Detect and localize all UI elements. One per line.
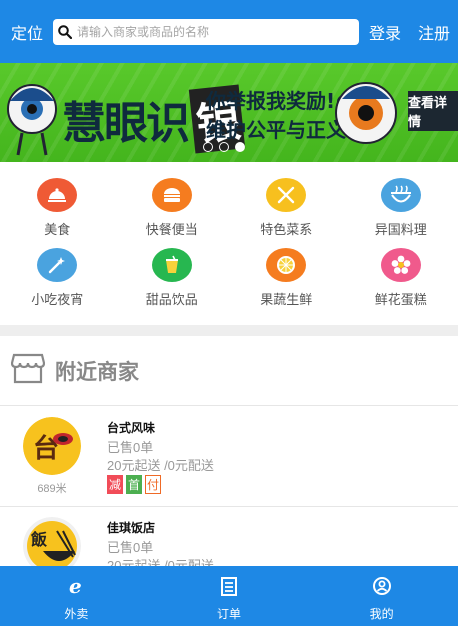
shop-distance: 689米 bbox=[37, 483, 67, 495]
flower-icon bbox=[380, 248, 421, 282]
tab-label: 订单 bbox=[217, 607, 242, 621]
category-xianhua[interactable]: 鲜花蛋糕 bbox=[344, 238, 458, 308]
svg-text:飯: 飯 bbox=[30, 530, 47, 549]
category-label: 快餐便当 bbox=[145, 222, 198, 237]
bottom-tab-bar: e 外卖 订单 我的 bbox=[0, 566, 458, 626]
magic-wand-icon bbox=[37, 248, 78, 282]
tab-label: 我的 bbox=[369, 607, 394, 621]
category-meishi[interactable]: 美食 bbox=[0, 168, 115, 238]
category-kuaican[interactable]: 快餐便当 bbox=[115, 168, 230, 238]
banner-dot[interactable] bbox=[219, 142, 229, 152]
category-grid: 美食 快餐便当 特色菜系 异国料理 小吃夜宵 甜品饮品 果蔬生鲜 鲜花蛋糕 bbox=[0, 168, 458, 322]
tab-mine[interactable]: 我的 bbox=[305, 566, 458, 626]
eye-mascot-right-icon bbox=[335, 82, 397, 144]
cloche-icon bbox=[37, 178, 78, 212]
nearby-header: 附近商家 bbox=[0, 336, 458, 406]
tab-orders[interactable]: 订单 bbox=[153, 566, 306, 626]
nearby-title: 附近商家 bbox=[55, 360, 139, 384]
svg-text:e: e bbox=[69, 576, 82, 596]
search-box[interactable] bbox=[53, 19, 359, 45]
category-guoshu[interactable]: 果蔬生鲜 bbox=[229, 238, 344, 308]
drink-icon bbox=[151, 248, 192, 282]
category-label: 小吃夜宵 bbox=[31, 292, 84, 307]
category-label: 果蔬生鲜 bbox=[260, 292, 313, 307]
category-label: 异国料理 bbox=[374, 222, 427, 237]
category-yiguo[interactable]: 异国料理 bbox=[344, 168, 458, 238]
login-link[interactable]: 登录 bbox=[369, 20, 401, 44]
banner-pagination bbox=[203, 142, 245, 152]
banner-more-button[interactable]: 查看详情 bbox=[408, 91, 458, 131]
discount-tag: 减 bbox=[107, 475, 123, 494]
category-xiaochi[interactable]: 小吃夜宵 bbox=[0, 238, 115, 308]
category-label: 鲜花蛋糕 bbox=[374, 292, 427, 307]
eye-mascot-left-icon bbox=[7, 84, 57, 156]
takeout-e-icon: e bbox=[66, 574, 86, 601]
category-label: 甜品饮品 bbox=[145, 292, 198, 307]
category-tese[interactable]: 特色菜系 bbox=[229, 168, 344, 238]
shop-item[interactable]: 台 689米 台式风味 已售0单 20元起送 /0元配送 减 首 付 bbox=[0, 407, 458, 507]
tab-label: 外卖 bbox=[64, 607, 89, 621]
search-input[interactable] bbox=[77, 25, 347, 39]
shop-tags: 减 首 付 bbox=[107, 475, 161, 494]
online-pay-tag: 付 bbox=[145, 475, 161, 494]
shop-sold: 已售0单 bbox=[107, 540, 154, 555]
category-label: 特色菜系 bbox=[260, 222, 313, 237]
store-icon bbox=[10, 352, 46, 389]
first-order-tag: 首 bbox=[126, 475, 142, 494]
category-label: 美食 bbox=[44, 222, 71, 237]
order-list-icon bbox=[219, 576, 239, 601]
location-button[interactable]: 定位 bbox=[11, 20, 45, 44]
citrus-icon bbox=[266, 248, 307, 282]
noodle-bowl-icon bbox=[380, 178, 421, 212]
burger-icon bbox=[151, 178, 192, 212]
section-divider bbox=[0, 325, 458, 336]
shop-logo: 台 bbox=[23, 417, 81, 475]
banner-dot-active[interactable] bbox=[235, 142, 245, 152]
banner-dot[interactable] bbox=[203, 142, 213, 152]
shop-fee: 20元起送 /0元配送 bbox=[107, 458, 214, 473]
shop-name: 佳琪饭店 bbox=[107, 521, 156, 535]
search-icon bbox=[57, 24, 73, 40]
top-header: 定位 登录 注册 bbox=[0, 0, 458, 64]
utensils-icon bbox=[266, 178, 307, 212]
register-link[interactable]: 注册 bbox=[418, 20, 450, 44]
shop-name: 台式风味 bbox=[107, 421, 156, 435]
user-icon bbox=[372, 576, 392, 601]
shop-sold: 已售0单 bbox=[107, 440, 154, 455]
tab-takeout[interactable]: e 外卖 bbox=[0, 566, 153, 626]
category-tianpin[interactable]: 甜品饮品 bbox=[115, 238, 230, 308]
